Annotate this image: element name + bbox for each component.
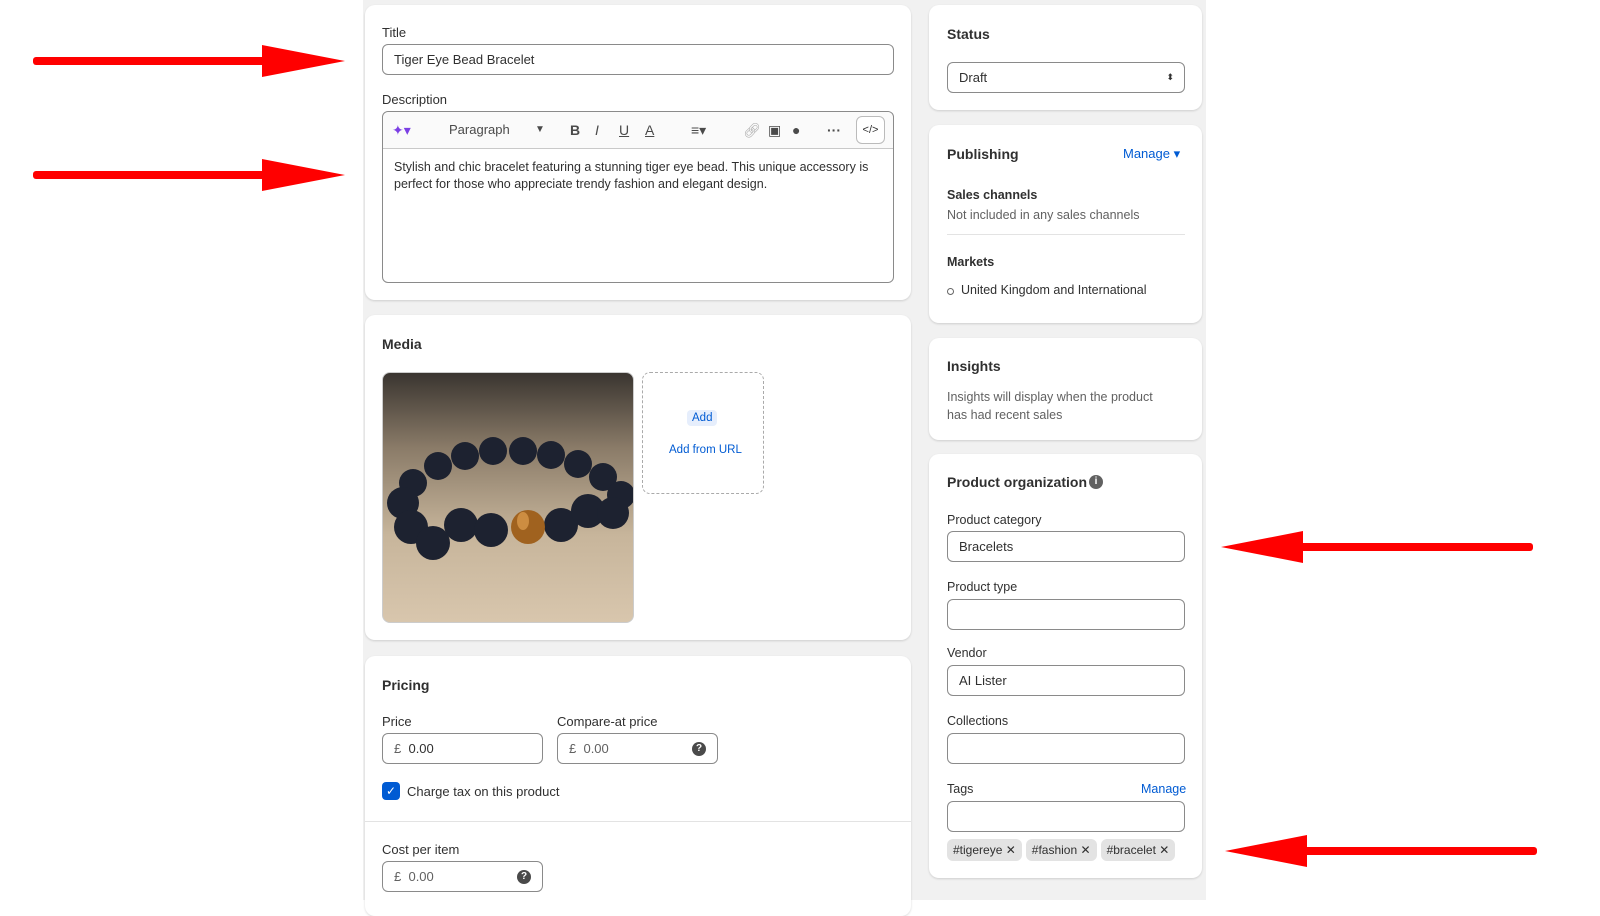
divider [365,821,911,822]
image-icon[interactable]: ▣ [768,112,781,148]
media-heading: Media [382,336,422,352]
align-icon[interactable]: ≡▾ [691,112,706,148]
media-card: Media Add Add from URL [365,315,911,640]
code-view-button[interactable]: </> [856,116,885,144]
collections-label: Collections [947,714,1009,728]
status-select[interactable]: Draft ⬍ [947,62,1185,93]
annotation-arrow-left [1221,531,1533,563]
video-icon[interactable]: ● [792,112,800,148]
pricing-card: Pricing Price £ 0.00 Compare-at price £ … [365,656,911,916]
currency-symbol: £ [394,869,402,884]
markets-value: United Kingdom and International [961,283,1147,297]
product-organization-card: Product organization i Product category … [929,454,1202,878]
add-media-button[interactable]: Add [687,410,718,426]
cost-input[interactable]: £ 0.00 ? [382,861,543,892]
manage-label: Manage [1123,146,1170,161]
tags-label: Tags [947,782,974,796]
link-icon[interactable]: 🔗︎ [743,112,761,148]
annotation-arrow-right [33,45,345,77]
select-arrows-icon: ⬍ [1166,72,1174,82]
ai-sparkle-icon[interactable]: ✦▾ [392,112,411,148]
paragraph-format-select[interactable]: Paragraph [449,112,510,148]
product-image[interactable] [382,372,634,623]
product-type-input[interactable] [947,599,1185,630]
help-icon[interactable]: ? [517,870,531,884]
title-input[interactable]: Tiger Eye Bead Bracelet [382,44,894,75]
annotation-arrow-right [33,159,345,191]
status-heading: Status [947,26,990,42]
publishing-manage-button[interactable]: Manage ▾ [1123,146,1180,162]
product-type-label: Product type [947,580,1018,594]
description-editor: ✦▾ Paragraph ▼ B I U A ≡▾ 🔗︎ ▣ ● ··· </>… [382,111,894,283]
tags-input[interactable] [947,801,1185,832]
annotation-arrow-left [1225,835,1537,867]
publishing-heading: Publishing [947,146,1019,162]
category-label: Product category [947,513,1042,527]
collections-input[interactable] [947,733,1185,764]
insights-text: Insights will display when the product h… [947,390,1153,422]
tag-label: #tigereye [953,843,1003,857]
insights-heading: Insights [947,358,1001,374]
tag-list: #tigereye ✕ #fashion ✕ #bracelet ✕ [947,839,1179,861]
remove-tag-icon[interactable]: ✕ [1081,843,1091,857]
sales-channels-label: Sales channels [947,188,1038,202]
editor-toolbar: ✦▾ Paragraph ▼ B I U A ≡▾ 🔗︎ ▣ ● ··· </> [383,112,893,149]
tag-label: #fashion [1031,843,1078,857]
price-value: 0.00 [408,741,434,756]
media-dropzone[interactable]: Add Add from URL [642,372,764,494]
insights-card: Insights Insights will display when the … [929,338,1202,440]
bracelet-photo [387,437,633,560]
vendor-input[interactable]: AI Lister [947,665,1185,696]
tag-label: #bracelet [1106,843,1156,857]
more-icon[interactable]: ··· [827,112,841,148]
description-text[interactable]: Stylish and chic bracelet featuring a st… [394,159,874,193]
cost-label: Cost per item [382,842,460,857]
italic-button[interactable]: I [595,112,599,148]
underline-button[interactable]: U [619,112,629,148]
title-description-card: Title Tiger Eye Bead Bracelet Descriptio… [365,5,911,300]
tag-chip: #tigereye ✕ [947,839,1022,861]
charge-tax-label: Charge tax on this product [407,784,560,799]
remove-tag-icon[interactable]: ✕ [1159,843,1169,857]
charge-tax-checkbox[interactable]: ✓ [382,782,400,800]
text-color-button[interactable]: A [645,112,654,148]
price-label: Price [382,714,412,729]
bold-button[interactable]: B [570,112,580,148]
help-icon[interactable]: ? [692,742,706,756]
compare-price-value: 0.00 [583,741,609,756]
tag-chip: #bracelet ✕ [1100,839,1176,861]
status-value: Draft [959,70,988,85]
currency-symbol: £ [569,741,577,756]
market-status-icon [947,288,954,295]
publishing-card: Publishing Manage ▾ Sales channels Not i… [929,125,1202,323]
add-from-url-link[interactable]: Add from URL [669,444,742,456]
markets-label: Markets [947,255,995,269]
sales-channels-value: Not included in any sales channels [947,208,1140,222]
compare-price-label: Compare-at price [557,714,658,729]
tags-manage-link[interactable]: Manage [1141,782,1186,796]
tag-chip: #fashion ✕ [1025,839,1097,861]
vendor-label: Vendor [947,646,987,660]
pricing-heading: Pricing [382,677,430,693]
divider [947,234,1185,235]
status-card: Status Draft ⬍ [929,5,1202,110]
title-label: Title [382,25,407,40]
price-input[interactable]: £ 0.00 [382,733,543,764]
organization-heading: Product organization [947,474,1087,490]
compare-price-input[interactable]: £ 0.00 ? [557,733,718,764]
description-label: Description [382,92,448,107]
remove-tag-icon[interactable]: ✕ [1006,843,1016,857]
currency-symbol: £ [394,741,402,756]
info-icon[interactable]: i [1089,475,1103,489]
category-input[interactable]: Bracelets [947,531,1185,562]
cost-value: 0.00 [408,869,434,884]
chevron-down-icon: ▼ [535,124,545,135]
